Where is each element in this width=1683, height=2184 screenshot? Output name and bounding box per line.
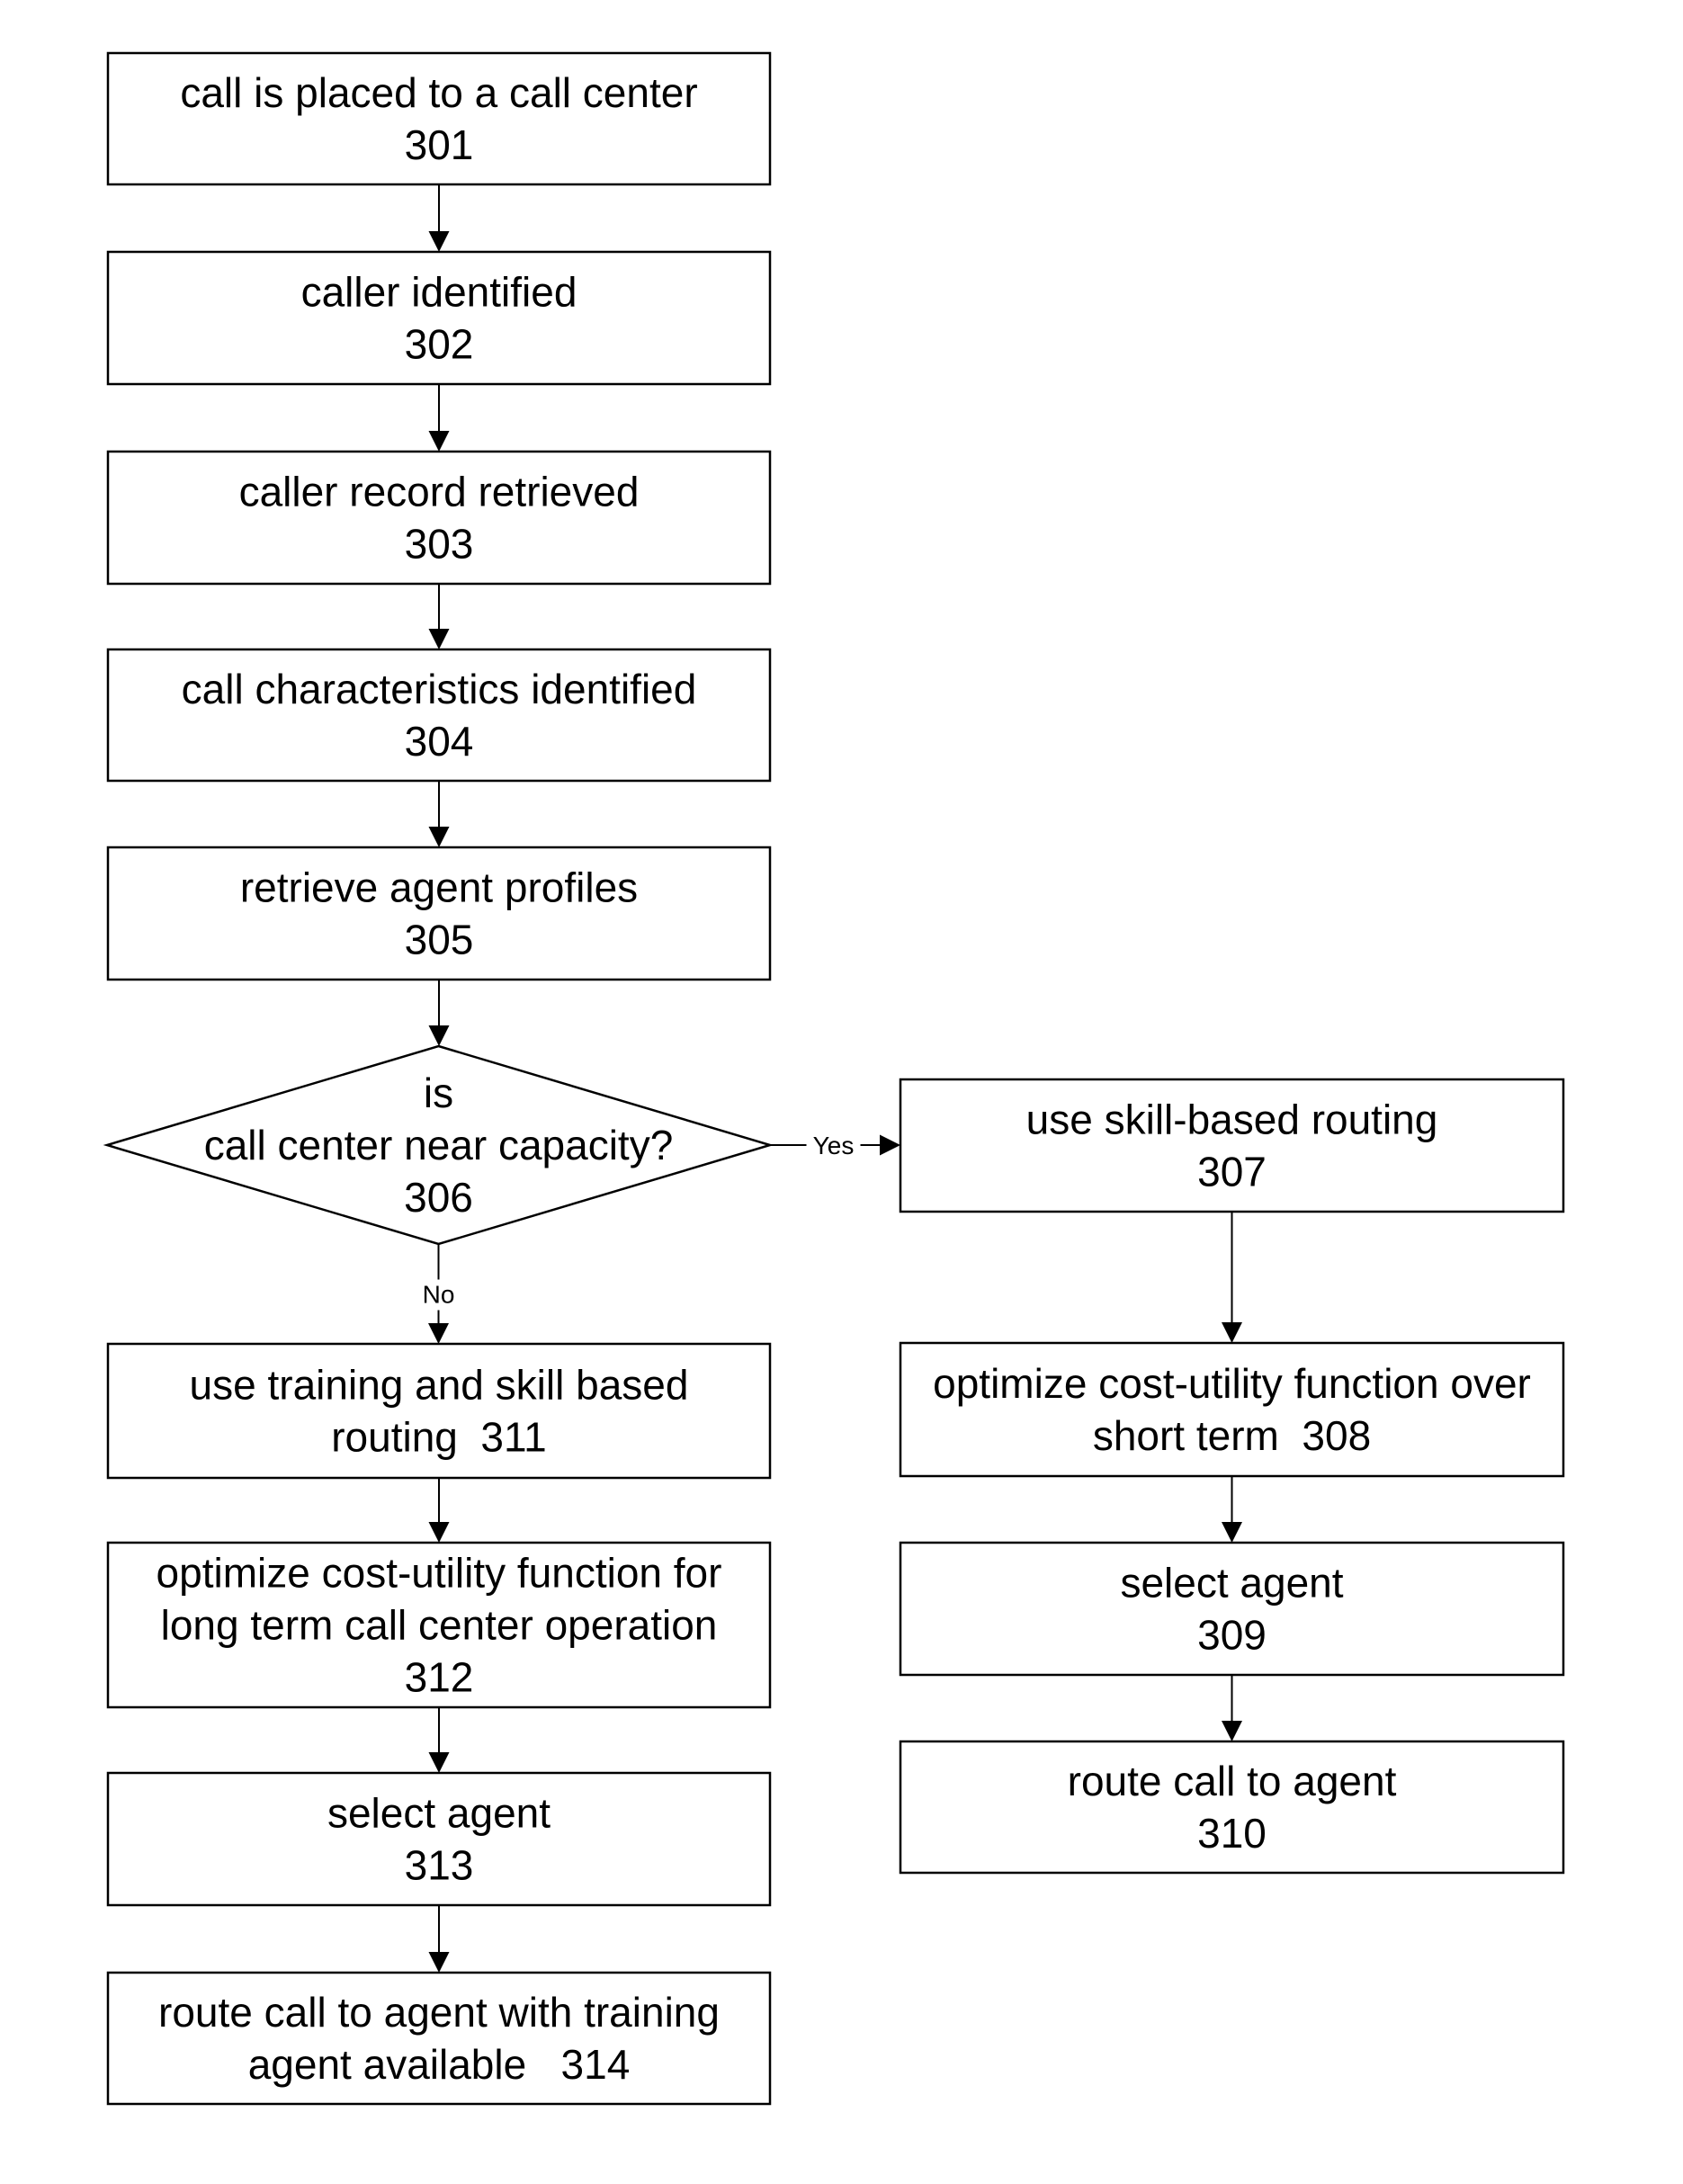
node-reference-number: 303: [405, 521, 474, 568]
flow-edge-313-314: [428, 1905, 450, 1973]
flow-edge-301-302: [428, 184, 450, 252]
node-label: optimize cost-utility function over: [933, 1360, 1531, 1407]
node-reference-number: 304: [405, 718, 474, 765]
flow-node-309: select agent 309: [899, 1541, 1565, 1677]
flow-node-304: call characteristics identified 304: [106, 648, 772, 783]
edge-label-no: No: [423, 1281, 455, 1309]
arrowhead-icon: [428, 1522, 450, 1543]
arrowhead-icon: [428, 1752, 450, 1773]
arrowhead-icon: [428, 231, 450, 252]
flow-node-308: optimize cost-utility function over short…: [899, 1341, 1565, 1478]
arrowhead-icon: [428, 827, 450, 847]
flow-node-305: retrieve agent profiles 305: [106, 846, 772, 981]
flow-node-306: is call center near capacity? 306: [103, 1044, 774, 1246]
flow-node-301: call is placed to a call center 301: [106, 51, 772, 186]
node-label: select agent: [1120, 1560, 1343, 1607]
node-label: retrieve agent profiles: [240, 864, 638, 911]
flow-edge-311-312: [428, 1478, 450, 1543]
node-label: caller identified: [301, 269, 577, 316]
arrowhead-icon: [880, 1134, 900, 1156]
flow-edge-307-308: [1222, 1212, 1242, 1343]
node-label: long term call center operation: [161, 1602, 718, 1649]
flow-edge-312-313: [428, 1707, 450, 1773]
node-reference-number: 310: [1197, 1810, 1267, 1857]
flow-node-303: caller record retrieved 303: [106, 450, 772, 586]
node-reference-number: 305: [405, 917, 474, 963]
arrowhead-icon: [428, 1025, 450, 1046]
node-label: is: [424, 1070, 453, 1116]
node-label: route call to agent with training: [158, 1989, 720, 2036]
node-label: optimize cost-utility function for: [157, 1550, 722, 1597]
flow-edge-304-305: [428, 781, 450, 847]
flow-node-312: optimize cost-utility function for long t…: [106, 1541, 772, 1709]
flow-edge-303-304: [428, 584, 450, 649]
node-label: use training and skill based: [190, 1362, 689, 1409]
flow-node-307: use skill-based routing 307: [899, 1078, 1565, 1213]
node-label: agent available 314: [248, 2041, 631, 2088]
arrowhead-icon: [428, 1323, 449, 1344]
node-label: use skill-based routing: [1026, 1096, 1438, 1143]
node-label: route call to agent: [1068, 1758, 1397, 1804]
node-label: routing 311: [331, 1414, 547, 1461]
edge-label-yes: Yes: [813, 1132, 855, 1159]
node-reference-number: 301: [405, 121, 474, 168]
flow-node-310: route call to agent 310: [899, 1740, 1565, 1875]
flow-node-313: select agent 313: [106, 1771, 772, 1907]
arrowhead-icon: [1222, 1522, 1242, 1543]
node-reference-number: 306: [404, 1174, 473, 1221]
flow-edge-305-306: [428, 980, 450, 1046]
flowchart: call is placed to a call center 301 caller…: [103, 51, 1565, 2106]
arrowhead-icon: [1222, 1721, 1242, 1741]
node-reference-number: 312: [405, 1654, 474, 1701]
node-label: call characteristics identified: [182, 666, 697, 712]
flow-edge-309-310: [1222, 1675, 1242, 1741]
flow-edge-308-309: [1222, 1476, 1242, 1543]
arrowhead-icon: [428, 431, 450, 452]
flow-node-311: use training and skill based routing 311: [106, 1342, 772, 1480]
flow-edge-302-303: [428, 384, 450, 452]
node-reference-number: 302: [405, 321, 474, 368]
flow-node-302: caller identified 302: [106, 250, 772, 386]
flow-node-314: route call to agent with training agent a…: [106, 1971, 772, 2106]
node-label: select agent: [327, 1790, 551, 1837]
node-reference-number: 309: [1197, 1612, 1267, 1659]
arrowhead-icon: [428, 629, 450, 649]
node-label: short term 308: [1093, 1412, 1371, 1459]
node-reference-number: 313: [405, 1842, 474, 1889]
nodes-layer: call is placed to a call center 301 caller…: [103, 51, 1565, 2106]
node-label: caller record retrieved: [239, 469, 640, 515]
arrowhead-icon: [428, 1952, 450, 1973]
node-label: call is placed to a call center: [180, 69, 697, 116]
node-label: call center near capacity?: [204, 1122, 674, 1168]
node-reference-number: 307: [1197, 1149, 1267, 1195]
arrowhead-icon: [1222, 1322, 1242, 1343]
